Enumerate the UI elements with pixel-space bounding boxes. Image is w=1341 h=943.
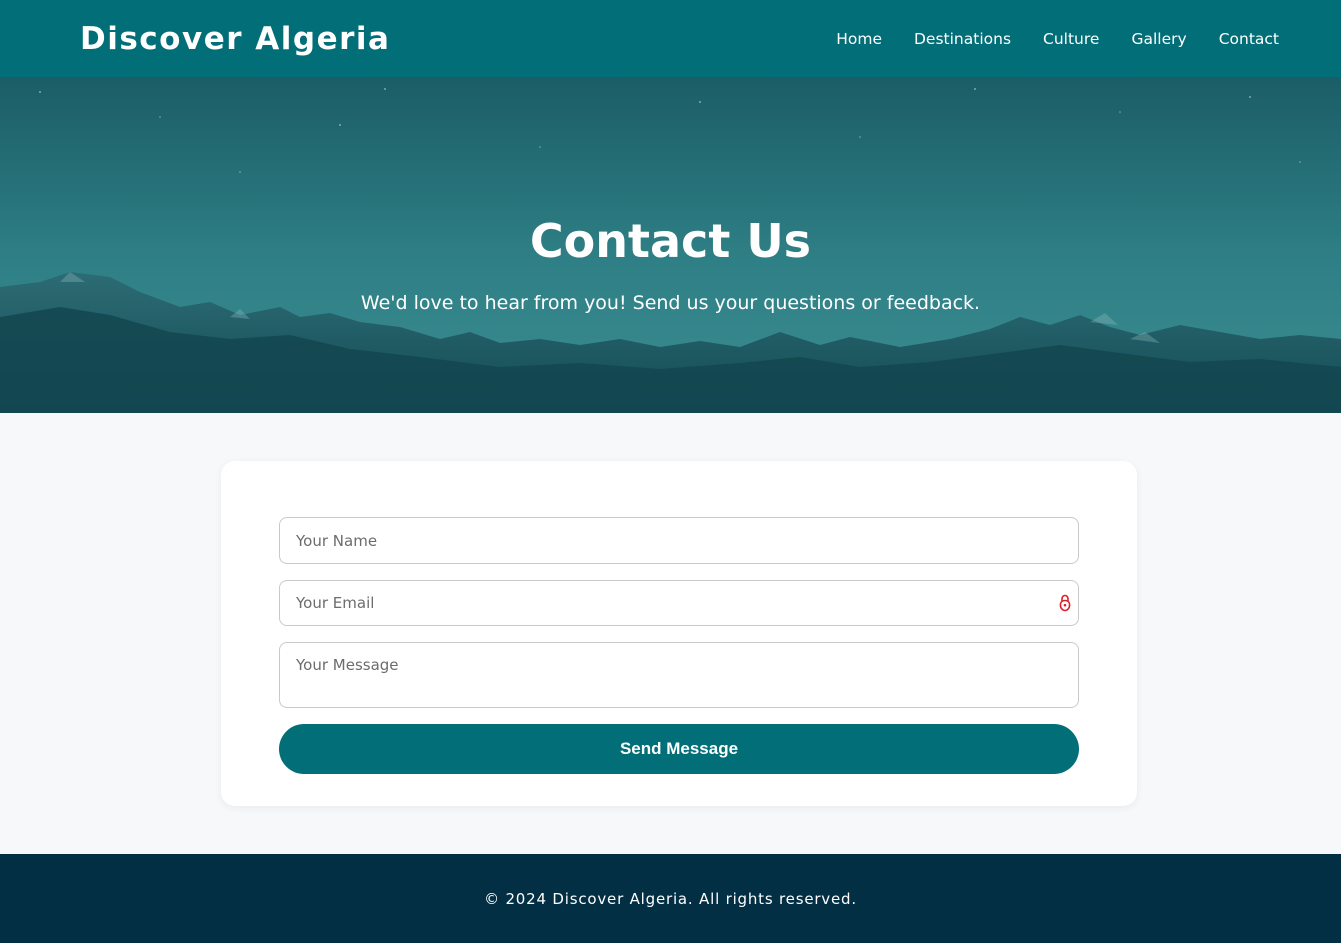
contact-form-card: Send Message	[221, 461, 1137, 806]
brand-logo[interactable]: Discover Algeria	[80, 21, 390, 57]
nav-culture[interactable]: Culture	[1043, 30, 1099, 48]
send-message-button[interactable]: Send Message	[279, 724, 1079, 774]
message-textarea[interactable]	[279, 642, 1079, 708]
nav-home[interactable]: Home	[836, 30, 882, 48]
email-input[interactable]	[279, 580, 1079, 626]
site-header: Discover Algeria Home Destinations Cultu…	[0, 0, 1341, 77]
copyright-text: © 2024 Discover Algeria. All rights rese…	[484, 889, 857, 908]
hero-banner: Contact Us We'd love to hear from you! S…	[0, 77, 1341, 413]
main-nav: Home Destinations Culture Gallery Contac…	[836, 30, 1279, 48]
site-footer: © 2024 Discover Algeria. All rights rese…	[0, 854, 1341, 943]
nav-destinations[interactable]: Destinations	[914, 30, 1011, 48]
password-manager-lock-icon[interactable]	[1057, 593, 1073, 613]
nav-contact[interactable]: Contact	[1219, 30, 1279, 48]
name-input[interactable]	[279, 517, 1079, 564]
page-title: Contact Us	[529, 214, 812, 268]
page-subtitle: We'd love to hear from you! Send us your…	[360, 292, 981, 314]
nav-gallery[interactable]: Gallery	[1131, 30, 1186, 48]
